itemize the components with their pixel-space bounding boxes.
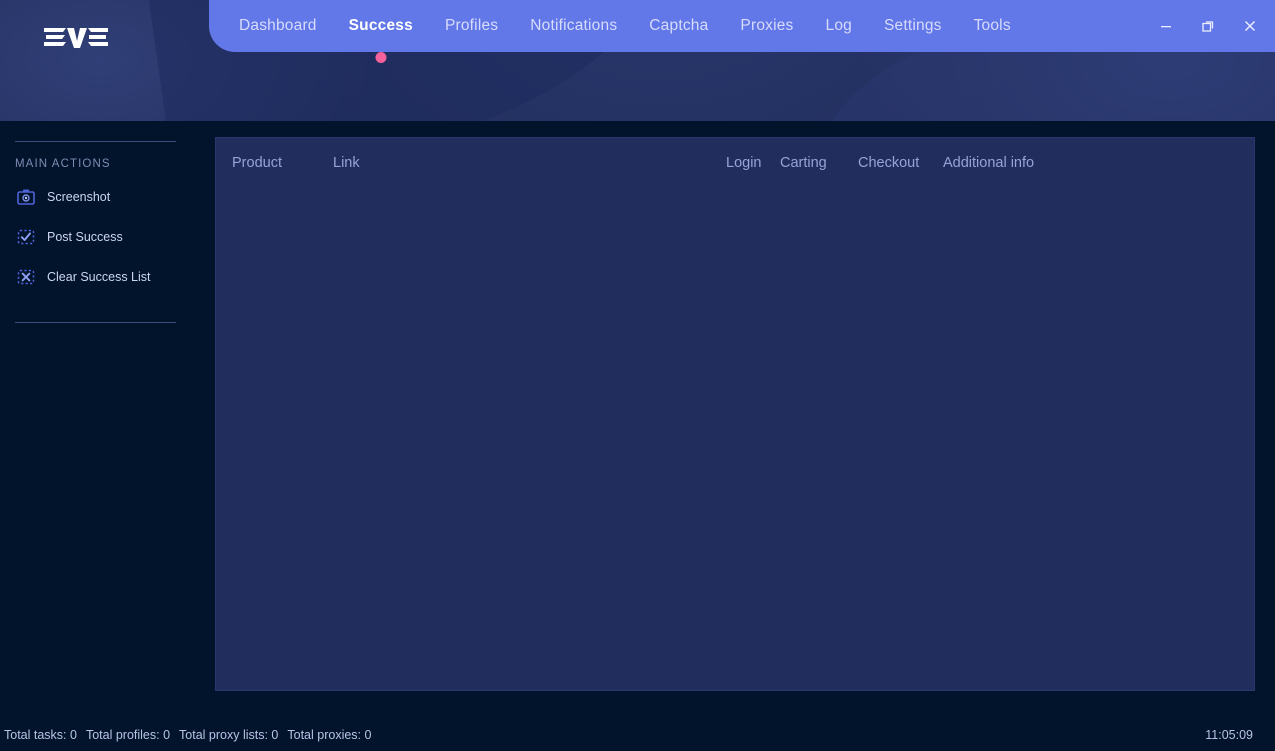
- column-header-product[interactable]: Product: [232, 155, 282, 171]
- column-header-carting[interactable]: Carting: [780, 155, 827, 171]
- close-icon: [1245, 21, 1255, 31]
- nav-item-label: Success: [348, 17, 413, 34]
- active-tab-indicator-dot: [375, 52, 387, 63]
- minimize-icon: [1161, 26, 1171, 28]
- restore-button[interactable]: [1191, 9, 1225, 43]
- status-total-proxies: Total proxies: 0: [287, 727, 372, 742]
- table-header: Product Link Login Carting Checkout Addi…: [216, 138, 1254, 190]
- column-header-additional-info[interactable]: Additional info: [943, 155, 1034, 171]
- nav-item-label: Dashboard: [239, 17, 317, 34]
- status-total-tasks: Total tasks: 0: [4, 727, 77, 742]
- status-counters: Total tasks: 0 Total profiles: 0 Total p…: [4, 728, 371, 742]
- nav-item-success[interactable]: Success: [333, 0, 429, 63]
- sidebar-item-clear-success-list[interactable]: Clear Success List: [15, 264, 200, 290]
- nav-item-label: Tools: [973, 17, 1011, 34]
- nav-item-notifications[interactable]: Notifications: [514, 0, 633, 52]
- table-body[interactable]: [216, 190, 1254, 690]
- nav-item-label: Log: [825, 17, 852, 34]
- minimize-button[interactable]: [1149, 9, 1183, 43]
- nav-item-label: Proxies: [740, 17, 794, 34]
- status-clock: 11:05:09: [1205, 727, 1253, 742]
- check-box-icon: [15, 226, 37, 248]
- sidebar-item-label: Clear Success List: [47, 270, 151, 284]
- status-total-profiles: Total profiles: 0: [85, 727, 171, 742]
- nav-item-tools[interactable]: Tools: [958, 0, 1027, 52]
- cross-box-icon: [15, 266, 37, 288]
- sidebar-item-post-success[interactable]: Post Success: [15, 224, 200, 250]
- sidebar-divider-top: [15, 141, 176, 142]
- sidebar-item-label: Screenshot: [47, 190, 111, 204]
- nav-item-dashboard[interactable]: Dashboard: [223, 0, 333, 52]
- sidebar-divider-bottom: [15, 322, 176, 323]
- sidebar-section-title: MAIN ACTIONS: [15, 158, 111, 170]
- sidebar-item-screenshot[interactable]: Screenshot: [15, 184, 200, 210]
- column-header-checkout[interactable]: Checkout: [858, 155, 919, 171]
- restore-icon: [1202, 21, 1214, 32]
- window-controls: [1149, 0, 1267, 52]
- nav-item-profiles[interactable]: Profiles: [429, 0, 514, 52]
- nav-item-proxies[interactable]: Proxies: [724, 0, 809, 52]
- nav-item-label: Captcha: [649, 17, 709, 34]
- sidebar: MAIN ACTIONS Screenshot Post Success Cle…: [0, 121, 200, 718]
- column-header-login[interactable]: Login: [726, 155, 761, 171]
- eve-logo: [44, 25, 108, 51]
- success-table-panel: Product Link Login Carting Checkout Addi…: [215, 137, 1255, 691]
- nav-item-label: Profiles: [444, 17, 499, 34]
- nav-item-list: Dashboard Success Profiles Notifications Cap…: [223, 0, 1027, 63]
- nav-item-label: Notifications: [530, 17, 618, 34]
- nav-item-log[interactable]: Log: [810, 0, 868, 52]
- nav-item-label: Settings: [883, 17, 942, 34]
- nav-item-captcha[interactable]: Captcha: [633, 0, 724, 52]
- status-total-proxy-lists: Total proxy lists: 0: [179, 727, 279, 742]
- top-navigation-bar: Dashboard Success Profiles Notifications Cap…: [209, 0, 1275, 63]
- nav-item-settings[interactable]: Settings: [868, 0, 958, 52]
- sidebar-item-label: Post Success: [47, 230, 123, 244]
- camera-icon: [15, 186, 37, 208]
- close-button[interactable]: [1233, 9, 1267, 43]
- column-header-link[interactable]: Link: [333, 155, 360, 171]
- status-bar: Total tasks: 0 Total profiles: 0 Total p…: [0, 718, 1275, 751]
